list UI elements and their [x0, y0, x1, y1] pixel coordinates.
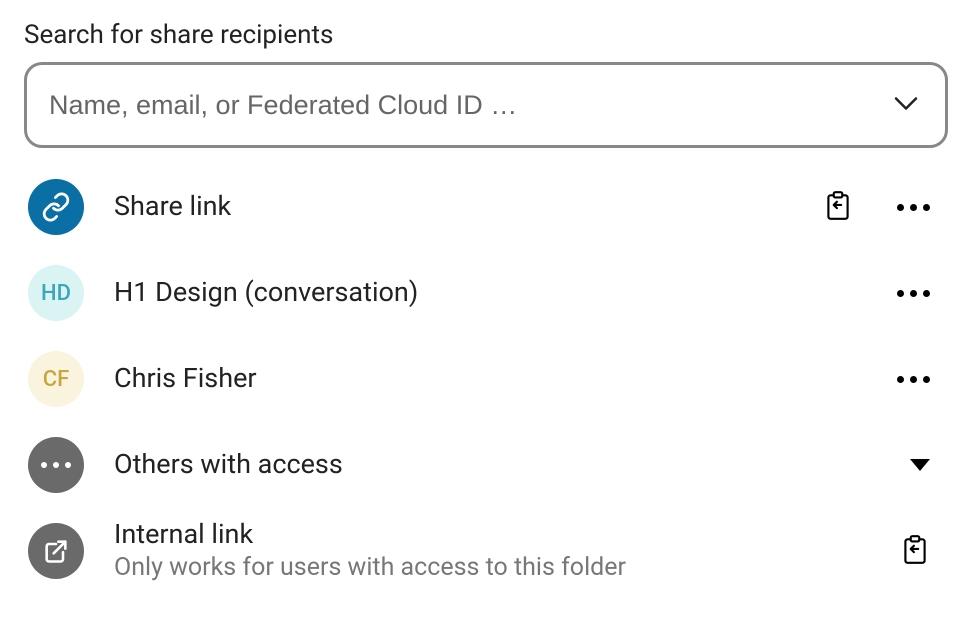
- others-with-access-row[interactable]: Others with access: [24, 422, 948, 508]
- recipient-label: Chris Fisher: [114, 361, 891, 396]
- share-recipient-row-h1design: HD H1 Design (conversation): [24, 250, 948, 336]
- internal-link-row: Internal link Only works for users with …: [24, 508, 948, 594]
- avatar: HD: [28, 265, 84, 321]
- recipient-more-button[interactable]: [891, 370, 936, 389]
- share-link-more-button[interactable]: [891, 198, 936, 217]
- internal-link-label: Internal link: [114, 517, 894, 552]
- copy-internal-link-button[interactable]: [894, 528, 936, 575]
- triangle-down-icon: [910, 459, 930, 471]
- clipboard-icon: [823, 190, 853, 225]
- clipboard-icon: [900, 534, 930, 569]
- others-label: Others with access: [114, 447, 904, 482]
- share-recipient-row-chrisfisher: CF Chris Fisher: [24, 336, 948, 422]
- search-box: [24, 62, 948, 148]
- avatar: CF: [28, 351, 84, 407]
- external-link-icon: [28, 523, 84, 579]
- more-icon: [897, 376, 930, 383]
- copy-link-button[interactable]: [817, 184, 859, 231]
- more-icon: [41, 462, 71, 468]
- more-icon: [897, 204, 930, 211]
- link-icon: [28, 179, 84, 235]
- share-link-label: Share link: [114, 189, 817, 224]
- more-icon: [897, 290, 930, 297]
- recipient-more-button[interactable]: [891, 284, 936, 303]
- search-label: Search for share recipients: [24, 20, 948, 50]
- others-icon: [28, 437, 84, 493]
- internal-link-subtitle: Only works for users with access to this…: [114, 552, 894, 585]
- share-link-row: Share link: [24, 164, 948, 250]
- search-input[interactable]: [24, 62, 948, 148]
- recipient-label: H1 Design (conversation): [114, 275, 891, 310]
- expand-others-button[interactable]: [904, 453, 936, 477]
